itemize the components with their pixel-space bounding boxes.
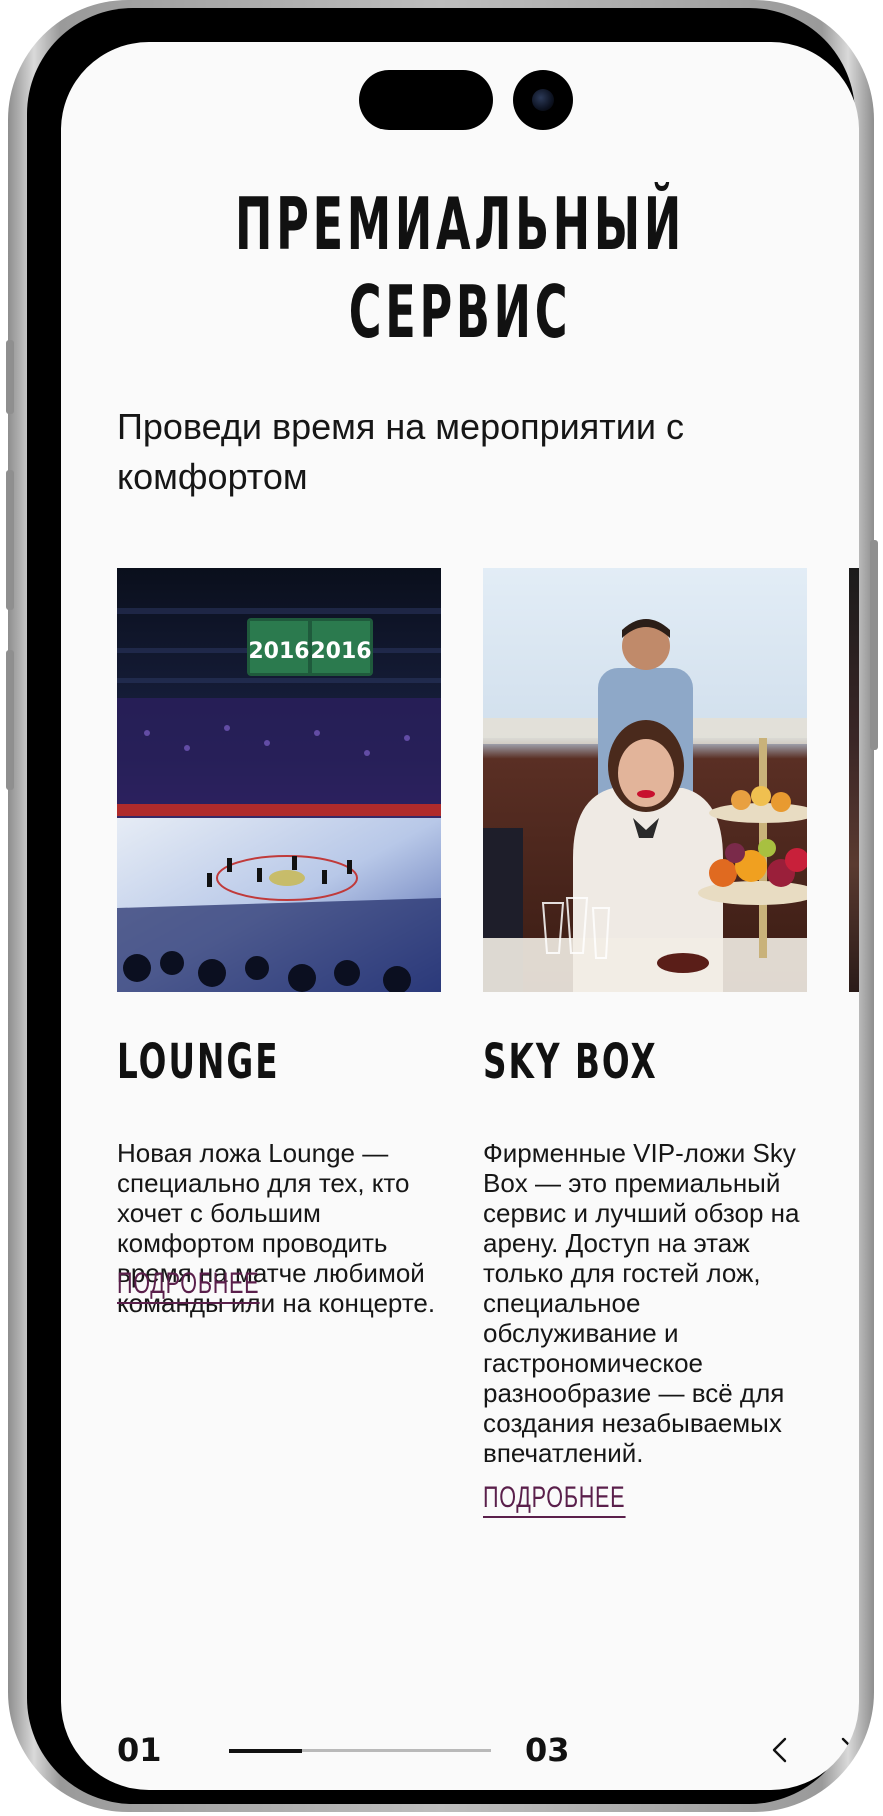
prev-button[interactable] bbox=[765, 1734, 797, 1766]
page-title: ПРЕМИАЛЬНЫЙ СЕРВИС bbox=[235, 182, 685, 354]
card-lounge[interactable]: 2016 2016 LOUNGE Новая ложа Lounge — спе… bbox=[117, 568, 441, 1318]
chevron-right-icon bbox=[841, 1737, 856, 1763]
dynamic-island bbox=[359, 70, 493, 130]
side-button-action bbox=[6, 340, 14, 414]
card-description-skybox: Фирменные VIP-ложи Sky Box — это премиал… bbox=[483, 1138, 800, 1468]
card-skybox[interactable]: SKY BOX Фирменные VIP-ложи Sky Box — это… bbox=[483, 568, 807, 1518]
front-camera bbox=[513, 70, 573, 130]
phone-frame: ПРЕМИАЛЬНЫЙ СЕРВИС Проведи время на меро… bbox=[6, 0, 878, 1812]
next-button[interactable] bbox=[831, 1734, 859, 1766]
volume-up-button bbox=[6, 470, 14, 610]
carousel-pager: 01 03 bbox=[117, 1730, 857, 1770]
phone-bezel: ПРЕМИАЛЬНЫЙ СЕРВИС Проведи время на меро… bbox=[27, 8, 859, 1804]
lounge-photo: 2016 2016 bbox=[117, 568, 441, 992]
card-title-skybox: SKY BOX bbox=[483, 1034, 658, 1090]
more-link-skybox[interactable]: ПОДРОБНЕЕ bbox=[483, 1480, 626, 1518]
more-link-lounge[interactable]: ПОДРОБНЕЕ bbox=[117, 1266, 260, 1304]
scoreboard-text-right: 2016 bbox=[310, 639, 371, 664]
pager-current: 01 bbox=[117, 1731, 162, 1769]
page-subtitle: Проведи время на мероприятии с комфортом bbox=[117, 406, 684, 497]
power-button bbox=[870, 540, 878, 750]
skybox-photo bbox=[483, 568, 807, 992]
chevron-left-icon bbox=[772, 1737, 787, 1763]
progress-fill bbox=[229, 1748, 303, 1753]
card-next-peek[interactable] bbox=[849, 568, 859, 992]
progress-track[interactable] bbox=[229, 1748, 491, 1753]
screen: ПРЕМИАЛЬНЫЙ СЕРВИС Проведи время на меро… bbox=[61, 42, 859, 1790]
volume-down-button bbox=[6, 650, 14, 790]
pager-total: 03 bbox=[525, 1731, 570, 1769]
card-title-lounge: LOUNGE bbox=[117, 1034, 280, 1090]
scoreboard-text-left: 2016 bbox=[248, 639, 309, 664]
